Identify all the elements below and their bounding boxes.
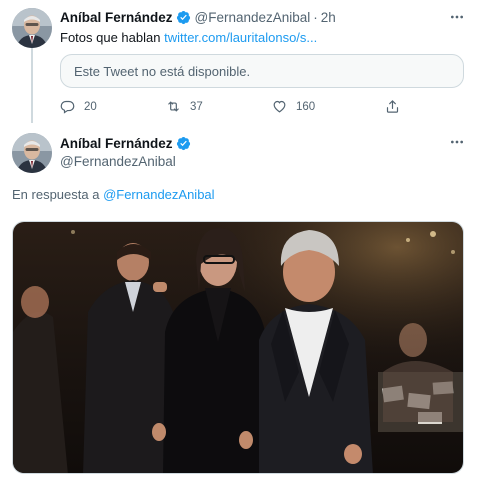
author-name[interactable]: Aníbal Fernández — [60, 10, 173, 25]
thread-connector-line — [31, 48, 33, 123]
tweet-link[interactable]: twitter.com/lauritalonso/s... — [164, 30, 317, 45]
more-icon — [451, 140, 463, 144]
author-name[interactable]: Aníbal Fernández — [60, 136, 173, 151]
tweet-timestamp[interactable]: 2h — [321, 10, 336, 25]
verified-badge-icon — [176, 10, 190, 25]
like-button[interactable]: 160 — [272, 99, 315, 114]
more-options-button[interactable] — [446, 131, 468, 153]
reply-button[interactable]: 20 — [60, 99, 97, 114]
tweet-text: Fotos que hablan twitter.com/lauritalons… — [60, 30, 317, 45]
author-avatar[interactable] — [12, 133, 52, 173]
share-button[interactable] — [385, 99, 409, 114]
heart-icon — [273, 100, 286, 113]
like-count: 160 — [296, 100, 316, 113]
event-photo-image — [13, 222, 463, 473]
retweet-icon — [168, 101, 179, 112]
author-avatar[interactable] — [12, 8, 52, 48]
tweet-1[interactable]: Aníbal Fernández @FernandezAnibal · 2h F… — [0, 0, 480, 125]
reply-context: En respuesta a @FernandezAnibal — [12, 187, 215, 202]
verified-badge-icon — [176, 136, 190, 151]
tweet-2[interactable]: Aníbal Fernández @FernandezAnibal En res… — [0, 125, 480, 483]
quoted-tweet-unavailable: Este Tweet no está disponible. — [60, 54, 464, 88]
tweet-header: Aníbal Fernández — [60, 136, 195, 151]
more-options-button[interactable] — [446, 6, 468, 28]
tweet-handle-row: @FernandezAnibal — [60, 154, 176, 169]
reply-to-handle[interactable]: @FernandezAnibal — [103, 187, 214, 202]
reply-icon — [60, 100, 75, 114]
reply-prefix: En respuesta a — [12, 187, 104, 202]
tweet-text-body: Fotos que hablan — [60, 30, 165, 45]
author-handle[interactable]: @FernandezAnibal — [60, 154, 176, 169]
retweet-button[interactable]: 37 — [166, 99, 203, 114]
unavailable-text: Este Tweet no está disponible. — [74, 64, 251, 79]
share-icon — [386, 100, 399, 113]
separator-dot: · — [313, 10, 318, 25]
more-icon — [451, 15, 463, 19]
reply-count: 20 — [84, 100, 97, 113]
author-handle[interactable]: @FernandezAnibal — [195, 10, 311, 25]
tweet-photo[interactable] — [12, 221, 464, 474]
tweet-header: Aníbal Fernández @FernandezAnibal · 2h — [60, 10, 336, 25]
retweet-count: 37 — [190, 100, 203, 113]
